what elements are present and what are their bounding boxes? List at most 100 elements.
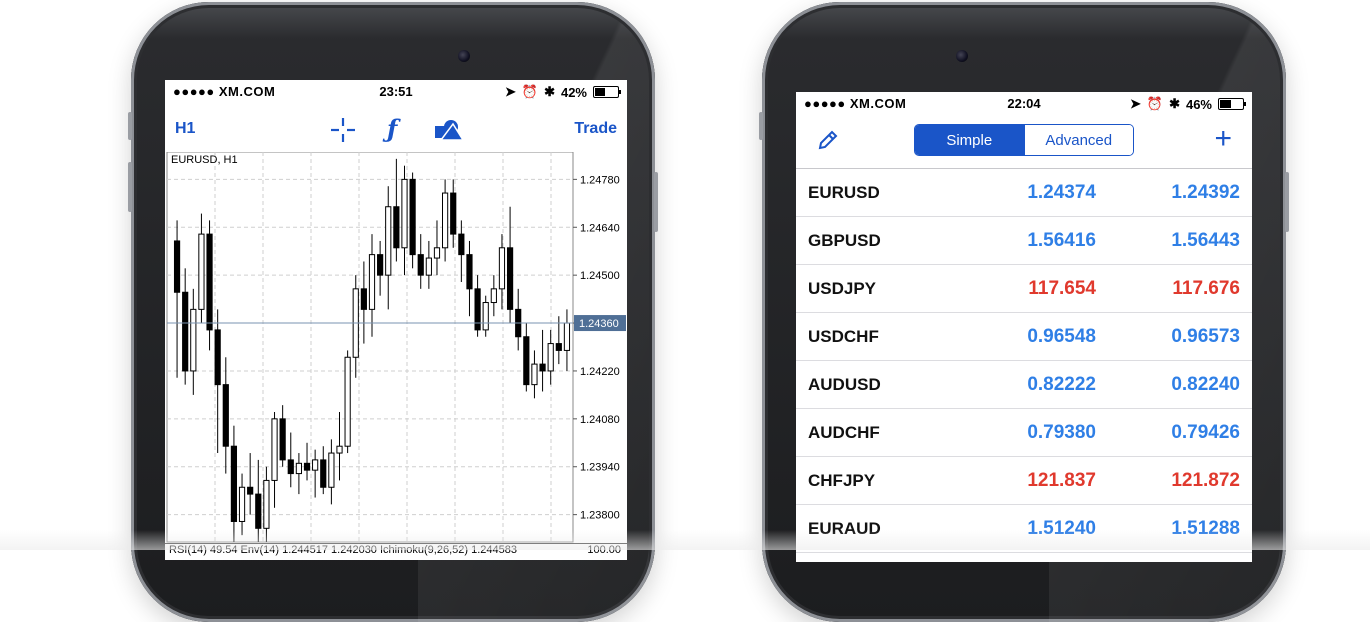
y-tick-label: 1.24220 xyxy=(580,366,620,378)
current-price-label: 1.24360 xyxy=(579,318,619,330)
candle-body xyxy=(409,178,416,256)
candle-body xyxy=(393,206,400,249)
candlestick-chart[interactable]: 1.24780 1.24640 1.24500 1.24220 1.24080 1.239… xyxy=(165,152,627,560)
candle-body xyxy=(206,233,213,331)
segment-simple[interactable]: Simple xyxy=(915,125,1024,155)
function-icon[interactable]: ƒ xyxy=(387,114,397,143)
timeframe-button[interactable]: H1 xyxy=(175,120,195,138)
candle-body xyxy=(450,192,457,235)
quote-row[interactable]: AUDCHF 0.79380 0.79426 xyxy=(796,409,1252,457)
quote-bid[interactable]: 0.82222 xyxy=(1027,374,1096,396)
status-bar: ●●●●● XM.COM 23:51 ➤ ⏰ ✱ 42% xyxy=(165,80,627,102)
quote-ask[interactable]: 121.872 xyxy=(1171,470,1240,492)
trade-button[interactable]: Trade xyxy=(574,120,617,138)
indicator-scale: 100.00 xyxy=(587,544,621,556)
power-button xyxy=(1285,172,1289,232)
candle-body xyxy=(328,452,335,488)
shapes-icon[interactable] xyxy=(433,116,465,149)
candle-body xyxy=(523,336,530,386)
quote-ask[interactable]: 0.82240 xyxy=(1171,374,1240,396)
quote-row[interactable]: USDCHF 0.96548 0.96573 xyxy=(796,313,1252,361)
screen-left: ●●●●● XM.COM 23:51 ➤ ⏰ ✱ 42% H1 ƒ Trade … xyxy=(165,80,627,560)
candle-body xyxy=(531,363,538,386)
candle-body xyxy=(482,302,489,331)
battery-icon xyxy=(1218,98,1246,110)
battery-fill xyxy=(1220,100,1232,108)
candle-body xyxy=(182,291,189,372)
quotes-list: EURUSD 1.24374 1.24392 GBPUSD 1.56416 1.56443… xyxy=(796,169,1252,553)
quote-ask[interactable]: 1.51288 xyxy=(1171,518,1240,540)
quote-ask[interactable]: 117.676 xyxy=(1172,278,1240,300)
quote-symbol: EURUSD xyxy=(808,183,880,202)
chart-toolbar: H1 ƒ Trade xyxy=(165,106,627,150)
indicator-bar: RSI(14) 49.54 Env(14) 1.244517 1.242030 … xyxy=(165,543,627,560)
bluetooth-icon: ✱ xyxy=(1169,96,1180,111)
quote-ask[interactable]: 1.24392 xyxy=(1171,182,1240,204)
candle-body xyxy=(433,247,441,259)
y-tick-label: 1.23940 xyxy=(580,462,620,474)
candle-body xyxy=(506,247,514,310)
candle-body xyxy=(295,462,302,475)
chart-title: EURUSD, H1 xyxy=(171,154,238,166)
candle-body xyxy=(287,459,294,475)
candle-body xyxy=(336,445,343,454)
add-symbol-button[interactable]: + xyxy=(1214,124,1232,154)
volume-button xyxy=(759,112,763,140)
candle-body xyxy=(547,343,554,372)
candle-body xyxy=(466,254,473,290)
chart-area[interactable]: 1.24780 1.24640 1.24500 1.24220 1.24080 1.239… xyxy=(165,152,627,560)
candle-body xyxy=(377,254,384,276)
quote-bid[interactable]: 117.654 xyxy=(1028,278,1096,300)
candle-body xyxy=(344,356,351,447)
quote-ask[interactable]: 0.96573 xyxy=(1171,326,1240,348)
quote-bid[interactable]: 1.24374 xyxy=(1027,182,1096,204)
status-right: ➤ ⏰ ✱ 46% xyxy=(1129,96,1246,112)
quote-row[interactable]: AUDUSD 0.82222 0.82240 xyxy=(796,361,1252,409)
battery-percent: 46% xyxy=(1185,96,1212,112)
candle-body xyxy=(417,254,424,276)
quote-bid[interactable]: 1.51240 xyxy=(1027,518,1096,540)
candle-body xyxy=(320,459,327,488)
quote-row[interactable]: EURAUD 1.51240 1.51288 xyxy=(796,505,1252,553)
candle-body xyxy=(474,288,481,331)
y-tick-label: 1.24640 xyxy=(580,222,620,234)
candle-body xyxy=(425,257,432,276)
candle-body xyxy=(214,329,221,386)
candle-body xyxy=(247,486,254,495)
quote-bid[interactable]: 1.56416 xyxy=(1027,230,1096,252)
quote-symbol: CHFJPY xyxy=(808,471,876,490)
candle-body xyxy=(198,233,205,310)
y-tick-label: 1.23800 xyxy=(580,510,620,522)
quote-bid[interactable]: 0.79380 xyxy=(1027,422,1096,444)
candle-body xyxy=(385,206,392,276)
segment-advanced[interactable]: Advanced xyxy=(1023,125,1133,155)
quotes-toolbar: Simple Advanced + xyxy=(796,118,1252,169)
candle-body xyxy=(401,178,408,249)
alarm-icon: ⏰ xyxy=(521,84,539,99)
quote-ask[interactable]: 1.56443 xyxy=(1171,230,1240,252)
candle-body xyxy=(442,192,449,249)
edit-icon[interactable] xyxy=(816,128,840,157)
candle-body xyxy=(222,384,229,447)
quote-bid[interactable]: 121.837 xyxy=(1027,470,1096,492)
quote-bid[interactable]: 0.96548 xyxy=(1027,326,1096,348)
candle-body xyxy=(230,445,238,522)
bluetooth-icon: ✱ xyxy=(544,84,555,99)
power-button xyxy=(654,172,658,232)
quote-ask[interactable]: 0.79426 xyxy=(1171,422,1240,444)
battery-percent: 42% xyxy=(560,84,587,100)
quote-row[interactable]: EURUSD 1.24374 1.24392 xyxy=(796,169,1252,217)
location-icon: ➤ xyxy=(1129,96,1141,111)
candle-body xyxy=(490,288,497,304)
candle-body xyxy=(279,418,286,461)
quote-row[interactable]: USDJPY 117.654 117.676 xyxy=(796,265,1252,313)
candle-body xyxy=(303,462,311,471)
alarm-icon: ⏰ xyxy=(1146,96,1164,111)
quote-symbol: USDJPY xyxy=(808,279,877,298)
front-camera xyxy=(956,50,968,62)
candle-body xyxy=(271,418,278,481)
quote-row[interactable]: GBPUSD 1.56416 1.56443 xyxy=(796,217,1252,265)
candle-body xyxy=(173,240,181,293)
crosshair-icon[interactable] xyxy=(329,116,357,149)
quote-row[interactable]: CHFJPY 121.837 121.872 xyxy=(796,457,1252,505)
